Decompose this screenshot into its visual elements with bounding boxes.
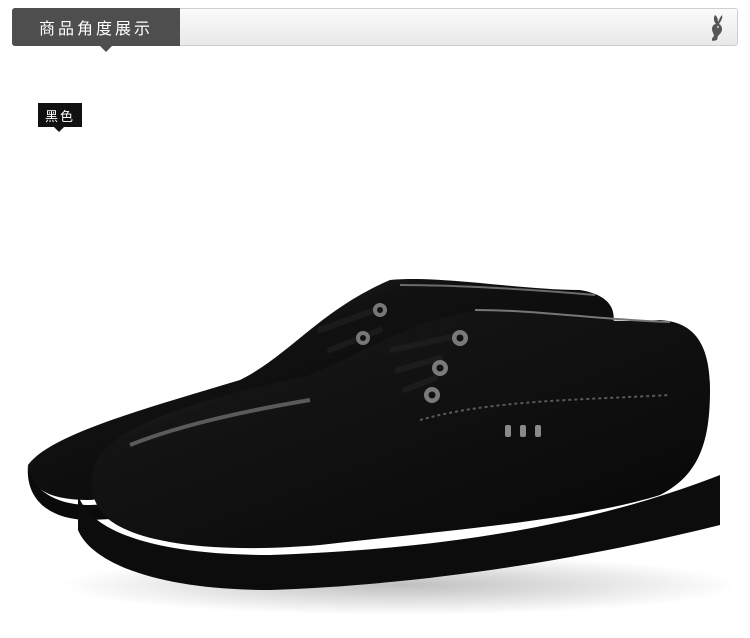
color-badge: 黑色 [38,103,82,132]
section-title: 商品角度展示 [12,8,180,52]
rabbit-logo-icon [711,15,723,41]
black-leather-shoes-image [27,278,730,615]
